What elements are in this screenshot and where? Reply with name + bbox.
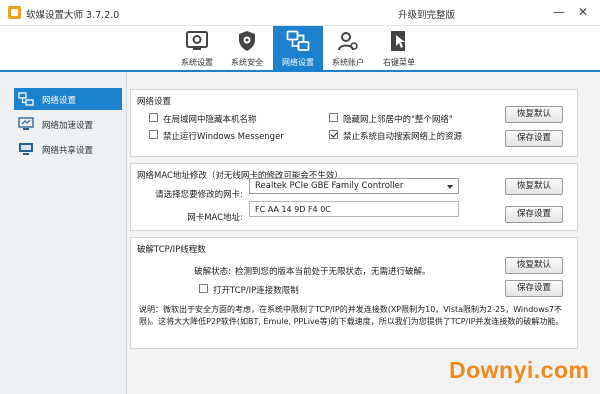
user-accounts-icon <box>338 32 358 51</box>
restore-default-button[interactable]: 恢复默认 <box>505 178 563 195</box>
network-card-value: Realtek PCIe GBE Family Controller <box>255 181 404 191</box>
checkbox-box[interactable] <box>329 130 338 139</box>
tab-label: 系统安全 <box>231 58 263 67</box>
sidebar-item-network-share[interactable]: 网络共享设置 <box>14 138 122 160</box>
tab-label: 系统账户 <box>332 58 364 67</box>
system-settings-icon <box>186 31 208 50</box>
network-settings-group: 网络设置 在局域网中隐藏本机名称 隐藏网上邻居中的"整个网络" 禁止运行Wind… <box>130 89 578 157</box>
tcpip-group: 破解TCP/IP线程数 破解状态: 检测到您的版本当前处于无限状态，无需进行破解… <box>130 237 578 349</box>
save-settings-button[interactable]: 保存设置 <box>505 280 563 297</box>
save-settings-button[interactable]: 保存设置 <box>505 130 563 147</box>
network-icon <box>286 30 310 51</box>
app-logo-icon <box>8 6 21 19</box>
checkbox-box[interactable] <box>199 284 208 293</box>
sidebar-item-label: 网络设置 <box>42 96 77 106</box>
tab-system-security[interactable]: 系统安全 <box>222 26 272 70</box>
chevron-down-icon <box>447 185 453 189</box>
tab-label: 系统设置 <box>181 58 213 67</box>
close-button[interactable]: ✕ <box>572 3 594 21</box>
tab-label: 网络设置 <box>282 58 314 67</box>
network-card-label: 请选择您要修改的网卡: <box>155 190 243 200</box>
sidebar-item-label: 网络加速设置 <box>42 121 94 131</box>
sidebar-item-network-speed[interactable]: 网络加速设置 <box>14 113 122 135</box>
tab-system-accounts[interactable]: 系统账户 <box>323 26 373 70</box>
mac-address-input[interactable] <box>255 203 455 216</box>
tcpip-note: 说明：微软出于安全方面的考虑，在系统中限制了TCP/IP的并发连接数(XP限制为… <box>139 305 564 326</box>
mac-address-group: 网络MAC地址修改（对无线网卡的修改可能会不生效） 请选择您要修改的网卡: Re… <box>130 163 578 231</box>
tab-network-settings[interactable]: 网络设置 <box>273 26 323 70</box>
group-title: 网络设置 <box>137 97 172 107</box>
cursor-menu-icon <box>391 31 405 51</box>
main-toolbar: 系统设置 系统安全 网络设置 系统账户 右键菜单 <box>0 26 600 70</box>
network-card-select[interactable]: Realtek PCIe GBE Family Controller <box>249 178 459 194</box>
crack-status-label: 破解状态: <box>194 267 231 277</box>
tab-label: 右键菜单 <box>383 58 415 67</box>
network-speed-icon <box>18 117 34 130</box>
sidebar-item-network-settings[interactable]: 网络设置 <box>14 88 122 110</box>
group-title: 破解TCP/IP线程数 <box>137 245 206 255</box>
network-settings-icon <box>18 92 34 106</box>
sidebar-item-label: 网络共享设置 <box>42 146 94 156</box>
title-bar: 软媒设置大师 3.7.2.0 升级到完整版 — ✕ <box>0 0 600 26</box>
app-title: 软媒设置大师 3.7.2.0 <box>26 10 120 21</box>
checkbox-label: 禁止运行Windows Messenger <box>163 132 284 142</box>
checkbox-box[interactable] <box>149 113 158 122</box>
save-settings-button[interactable]: 保存设置 <box>505 206 563 223</box>
network-share-icon <box>19 143 33 155</box>
checkbox-label: 打开TCP/IP连接数限制 <box>213 286 299 296</box>
restore-default-button[interactable]: 恢复默认 <box>505 106 563 123</box>
shield-gear-icon <box>239 31 255 51</box>
tab-context-menu[interactable]: 右键菜单 <box>374 26 424 70</box>
checkbox-label: 在局域网中隐藏本机名称 <box>163 115 257 125</box>
mac-address-label: 网卡MAC地址: <box>187 213 243 223</box>
checkbox-box[interactable] <box>149 130 158 139</box>
checkbox-box[interactable] <box>329 113 338 122</box>
minimize-button[interactable]: — <box>548 3 570 21</box>
restore-default-button[interactable]: 恢复默认 <box>505 257 563 274</box>
checkbox-label: 禁止系统自动搜索网络上的资源 <box>343 132 463 142</box>
upgrade-link[interactable]: 升级到完整版 <box>398 7 455 21</box>
tab-system-settings[interactable]: 系统设置 <box>172 26 222 70</box>
sidebar: 网络设置 网络加速设置 网络共享设置 <box>0 72 127 394</box>
watermark: Downyi.com <box>449 357 590 383</box>
crack-status-text: 检测到您的版本当前处于无限状态，无需进行破解。 <box>235 267 431 277</box>
mac-address-field[interactable] <box>249 201 459 217</box>
checkbox-label: 隐藏网上邻居中的"整个网络" <box>343 115 453 125</box>
